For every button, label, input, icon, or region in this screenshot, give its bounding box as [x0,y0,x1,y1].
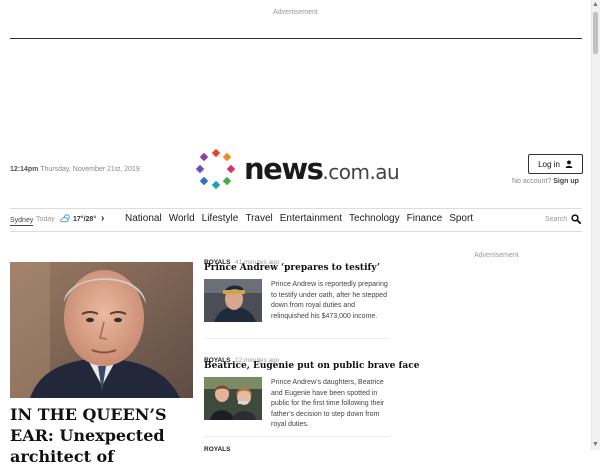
news-logo[interactable]: news.com.au [244,152,400,186]
weather-today-label: Today [36,216,55,223]
partly-cloudy-icon [60,214,70,223]
search-icon[interactable] [571,214,581,224]
nav-item-national[interactable]: National [125,213,162,224]
nav-bottom-divider [10,231,582,232]
hero-headline[interactable]: IN THE QUEEN’S EAR: Unexpected architect… [10,404,195,467]
nav-item-travel[interactable]: Travel [245,213,272,224]
story-divider [204,338,390,339]
logo-domain-text: .com.au [322,160,400,184]
story-2-summary: Prince Andrew’s daughters, Beatrice and … [271,379,385,428]
story-1-summary: Prince Andrew is reportedly preparing to… [271,281,388,320]
story-2-headline[interactable]: Beatrice, Eugenie put on public brave fa… [204,361,419,371]
story-2-thumbnail[interactable] [204,377,262,420]
scrollbar-thumb[interactable] [593,12,598,54]
nav-item-entertainment[interactable]: Entertainment [280,213,342,224]
story-1-headline[interactable]: Prince Andrew ‘prepares to testify’ [204,263,380,273]
weather-city-link[interactable]: Sydney [10,216,34,226]
side-ad-label: Advertisement [474,252,519,259]
current-date: Thursday, November 21st, 2019 [40,166,140,173]
logo-news-text: news [244,152,324,186]
scroll-down-arrow-icon[interactable]: ▼ [591,440,600,450]
main-nav: National World Lifestyle Travel Entertai… [125,213,480,224]
story-divider [204,436,390,437]
current-time: 12:14pm [10,166,39,173]
no-account-text: No account? [512,178,552,185]
news-logo-dots-icon[interactable] [196,149,236,189]
top-ad-label: Advertisement [273,9,318,16]
hero-image-prince-andrew[interactable] [10,262,193,398]
login-button[interactable]: Log in [528,154,583,174]
masthead-datetime: 12:14pm Thursday, November 21st, 2019 [10,166,140,173]
story-1-thumbnail[interactable] [204,279,262,322]
nav-item-finance[interactable]: Finance [407,213,443,224]
signup-link[interactable]: Sign up [553,178,579,185]
nav-item-sport[interactable]: Sport [449,213,473,224]
search-label[interactable]: Search [545,216,567,223]
page-scrollbar[interactable] [591,0,600,450]
nav-item-lifestyle[interactable]: Lifestyle [202,213,239,224]
scroll-up-arrow-icon[interactable]: ▲ [591,0,600,10]
login-label: Log in [538,159,560,169]
weather-chevron-right-icon[interactable]: › [101,213,104,224]
user-icon [565,160,573,168]
signup-prompt: No account? Sign up [512,178,579,185]
nav-top-divider [10,208,582,209]
nav-item-technology[interactable]: Technology [349,213,400,224]
top-ad-divider [10,38,582,39]
nav-item-world[interactable]: World [169,213,195,224]
weather-temperatures: 17°/28° [73,216,97,223]
